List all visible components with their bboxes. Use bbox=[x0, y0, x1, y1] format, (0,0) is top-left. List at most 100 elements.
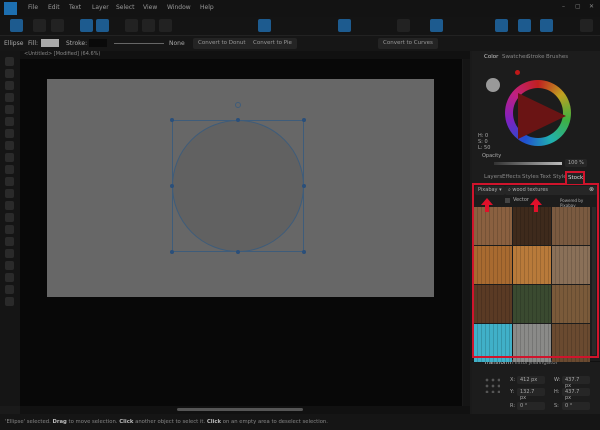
boolean-icon[interactable] bbox=[495, 19, 508, 32]
menu-select[interactable]: Select bbox=[116, 4, 135, 11]
tab-effects[interactable]: Effects bbox=[502, 174, 521, 180]
tab-color[interactable]: Color bbox=[484, 54, 498, 60]
anchor-selector[interactable] bbox=[484, 377, 500, 393]
menu-view[interactable]: View bbox=[143, 4, 157, 11]
tool-icon[interactable] bbox=[5, 81, 14, 90]
tool-icon[interactable] bbox=[5, 297, 14, 306]
align-icon[interactable] bbox=[338, 19, 351, 32]
minimize-icon[interactable]: – bbox=[562, 3, 565, 10]
tab-styles[interactable]: Styles bbox=[522, 174, 539, 180]
fill-swatch[interactable] bbox=[41, 39, 59, 47]
y-field[interactable]: 132.7 px bbox=[517, 388, 545, 401]
convert-to-pie-button[interactable]: Convert to Pie bbox=[248, 38, 297, 49]
status-bar: 'Ellipse' selected. Drag to move selecti… bbox=[0, 414, 600, 430]
designer-persona-icon[interactable] bbox=[10, 19, 23, 32]
title-bar: File Edit Text Layer Select View Window … bbox=[0, 0, 600, 17]
snap3-icon[interactable] bbox=[159, 19, 172, 32]
selection-box bbox=[172, 120, 304, 252]
tool-icon[interactable] bbox=[5, 273, 14, 282]
tab-brushes[interactable]: Brushes bbox=[546, 54, 568, 60]
snap-icon[interactable] bbox=[125, 19, 138, 32]
app-logo-icon bbox=[4, 2, 17, 15]
shear-field[interactable]: 0 ° bbox=[562, 402, 590, 410]
convert-to-curves-button[interactable]: Convert to Curves bbox=[378, 38, 438, 49]
fill-label: Fill: bbox=[28, 40, 39, 47]
tool-icon[interactable] bbox=[5, 261, 14, 270]
tool-icon[interactable] bbox=[5, 165, 14, 174]
main-toolbar bbox=[0, 17, 600, 35]
tool-icon[interactable] bbox=[5, 129, 14, 138]
tool-icon[interactable] bbox=[5, 177, 14, 186]
close-icon[interactable]: ✕ bbox=[589, 3, 594, 10]
tab-swatches[interactable]: Swatches bbox=[502, 54, 528, 60]
stroke-swatch[interactable] bbox=[89, 39, 107, 47]
opacity-field[interactable]: 100 % bbox=[565, 159, 587, 167]
handle[interactable] bbox=[236, 118, 240, 122]
stroke-label: Stroke: bbox=[66, 40, 88, 47]
convert-to-donut-button[interactable]: Convert to Donut bbox=[193, 38, 251, 49]
pixel-persona-icon[interactable] bbox=[33, 19, 46, 32]
handle[interactable] bbox=[302, 118, 306, 122]
tab-stock[interactable]: Stock bbox=[565, 171, 585, 184]
red-arrow-icon bbox=[530, 198, 542, 212]
geometry-subtract-icon[interactable] bbox=[540, 19, 553, 32]
export-persona-icon[interactable] bbox=[51, 19, 64, 32]
handle[interactable] bbox=[170, 184, 174, 188]
tool-icon[interactable] bbox=[5, 237, 14, 246]
menu-layer[interactable]: Layer bbox=[92, 4, 109, 11]
menu-edit[interactable]: Edit bbox=[48, 4, 60, 11]
tool-icon[interactable] bbox=[5, 213, 14, 222]
red-arrow-icon bbox=[481, 198, 493, 212]
flip-icon[interactable] bbox=[258, 19, 271, 32]
snap2-icon[interactable] bbox=[142, 19, 155, 32]
assistant-icon[interactable] bbox=[80, 19, 93, 32]
menu-help[interactable]: Help bbox=[200, 4, 214, 11]
tool-icon[interactable] bbox=[5, 105, 14, 114]
tool-icon[interactable] bbox=[5, 189, 14, 198]
order-front-icon[interactable] bbox=[430, 19, 443, 32]
account-icon[interactable] bbox=[580, 19, 593, 32]
opacity-slider[interactable] bbox=[494, 162, 562, 165]
opacity-label: Opacity bbox=[482, 153, 502, 159]
vertical-scrollbar[interactable] bbox=[463, 59, 470, 406]
stroke-width-slider[interactable] bbox=[114, 43, 164, 44]
tab-layers[interactable]: Layers bbox=[484, 174, 502, 180]
menu-text[interactable]: Text bbox=[69, 4, 81, 11]
current-color-dot bbox=[515, 70, 520, 75]
handle[interactable] bbox=[302, 184, 306, 188]
menu-window[interactable]: Window bbox=[167, 4, 191, 11]
maximize-icon[interactable]: ▢ bbox=[575, 3, 581, 10]
tool-icon[interactable] bbox=[5, 201, 14, 210]
tool-icon[interactable] bbox=[5, 249, 14, 258]
horizontal-scroll-thumb[interactable] bbox=[177, 408, 303, 411]
h-field[interactable]: 437.7 px bbox=[562, 388, 590, 401]
handle[interactable] bbox=[236, 250, 240, 254]
menu-file[interactable]: File bbox=[28, 4, 38, 11]
handle[interactable] bbox=[302, 250, 306, 254]
color-triangle[interactable] bbox=[518, 93, 566, 139]
rotation-field[interactable]: 0 ° bbox=[517, 402, 545, 410]
rotation-handle[interactable] bbox=[235, 102, 241, 108]
shape-label: Ellipse bbox=[4, 40, 24, 47]
tool-icon[interactable] bbox=[5, 57, 14, 66]
handle[interactable] bbox=[170, 250, 174, 254]
tab-stroke[interactable]: Stroke bbox=[527, 54, 545, 60]
geometry-add-icon[interactable] bbox=[518, 19, 531, 32]
context-toolbar: Ellipse Fill: Stroke: None Convert to Do… bbox=[0, 35, 600, 51]
tool-icon[interactable] bbox=[5, 285, 14, 294]
preferences-icon[interactable] bbox=[96, 19, 109, 32]
tool-icon[interactable] bbox=[5, 141, 14, 150]
handle[interactable] bbox=[170, 118, 174, 122]
tool-icon[interactable] bbox=[5, 69, 14, 78]
x-field[interactable]: 412 px bbox=[517, 376, 545, 384]
tool-icon[interactable] bbox=[5, 225, 14, 234]
document-tab[interactable]: <Untitled> [Modified] (64.6%) bbox=[20, 51, 470, 59]
tool-icon[interactable] bbox=[5, 93, 14, 102]
stroke-width-value: None bbox=[169, 40, 185, 47]
magnet-icon[interactable] bbox=[397, 19, 410, 32]
l-value: L: 50 bbox=[478, 145, 491, 151]
fill-color-circle[interactable] bbox=[486, 78, 500, 92]
tool-icon[interactable] bbox=[5, 117, 14, 126]
tool-icon[interactable] bbox=[5, 153, 14, 162]
w-field[interactable]: 437.7 px bbox=[562, 376, 590, 389]
